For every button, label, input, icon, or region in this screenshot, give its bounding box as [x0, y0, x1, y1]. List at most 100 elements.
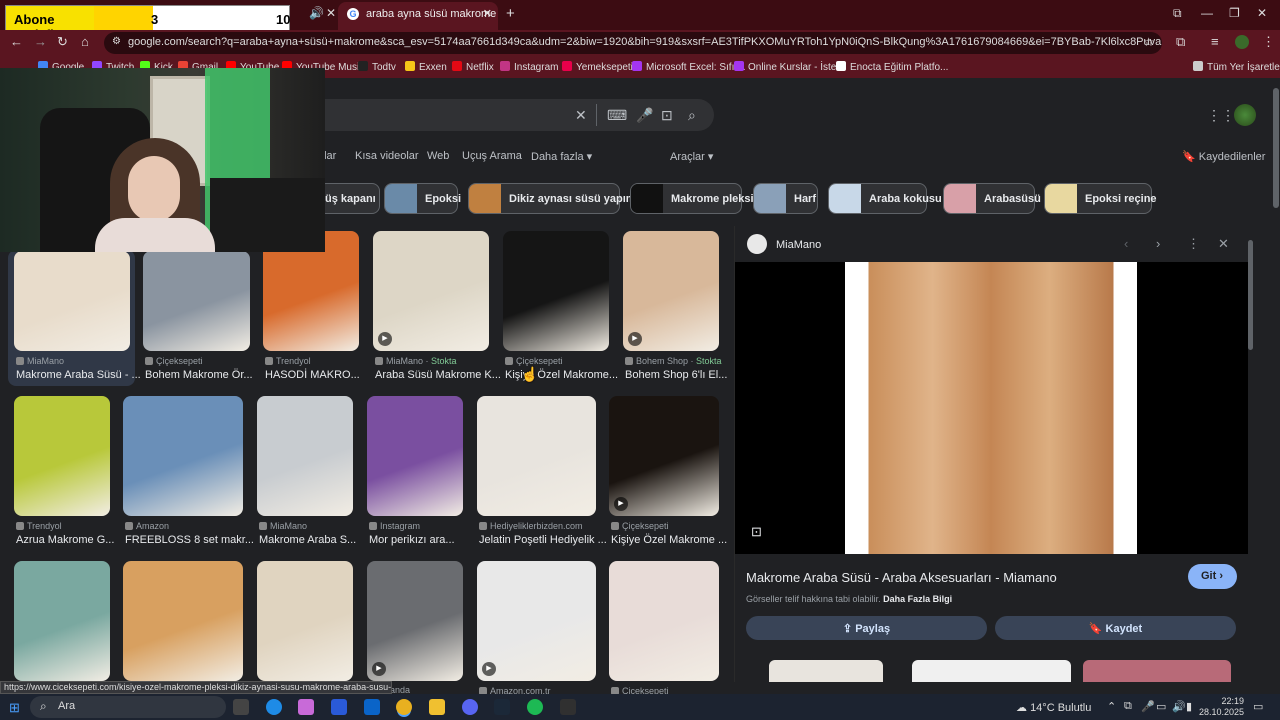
- result-source[interactable]: MiaMano: [16, 356, 64, 366]
- next-icon[interactable]: ›: [1156, 236, 1160, 251]
- new-tab-button[interactable]: +: [506, 5, 515, 22]
- copilot-icon[interactable]: [298, 699, 314, 715]
- related-thumbnail[interactable]: [1083, 660, 1231, 682]
- minimize-button[interactable]: —: [1201, 6, 1213, 20]
- bookmark-item[interactable]: Enocta Eğitim Platfo...: [836, 61, 948, 73]
- tray-expand-icon[interactable]: ⌃: [1107, 700, 1116, 713]
- result-title[interactable]: HASODİ MAKRO...: [265, 369, 360, 381]
- image-result-card[interactable]: [14, 561, 110, 681]
- close-window-button[interactable]: ✕: [1257, 6, 1267, 20]
- panel-source-name[interactable]: MiaMano: [776, 239, 821, 251]
- related-search-chip[interactable]: üş kapanı: [318, 183, 380, 214]
- result-source[interactable]: Trendyol: [16, 521, 62, 531]
- result-title[interactable]: Bohem Shop 6'lı El...: [625, 369, 727, 381]
- previous-icon[interactable]: ‹: [1124, 236, 1128, 251]
- maximize-button[interactable]: ❐: [1229, 6, 1240, 20]
- result-source[interactable]: Trendyol: [265, 356, 311, 366]
- result-title[interactable]: Araba Süsü Makrome K...: [375, 369, 501, 381]
- scrollbar-thumb[interactable]: [1248, 240, 1253, 350]
- microphone-icon[interactable]: 🎤: [1141, 700, 1155, 713]
- image-result-card[interactable]: MiaMano Makrome Araba Süsü - ...: [14, 251, 141, 381]
- related-search-chip[interactable]: Dikiz aynası süsü yapımı: [468, 183, 639, 214]
- result-source[interactable]: Çiçeksepeti: [505, 356, 563, 366]
- speaker-icon[interactable]: 🔊: [309, 6, 324, 20]
- tab-flights[interactable]: Uçuş Arama: [462, 150, 522, 162]
- google-profile-avatar[interactable]: [1234, 104, 1256, 126]
- image-result-card[interactable]: ▶ Amazon.com.tr: [477, 561, 596, 696]
- result-thumbnail[interactable]: ▶: [367, 561, 463, 681]
- result-thumbnail[interactable]: [123, 396, 243, 516]
- weather-widget[interactable]: ☁ 14°C Bulutlu: [1016, 701, 1091, 714]
- result-title[interactable]: FREEBLOSS 8 set makr...: [125, 534, 254, 546]
- extensions-icon[interactable]: ⧉: [1176, 34, 1185, 50]
- discord-icon[interactable]: [462, 699, 478, 715]
- result-source[interactable]: MiaMano: [259, 521, 307, 531]
- result-source[interactable]: Amazon: [125, 521, 169, 531]
- spotify-icon[interactable]: [527, 699, 543, 715]
- image-result-card[interactable]: ▶ MiaMano · Stokta Araba Süsü Makrome K...: [373, 231, 501, 381]
- bookmark-item[interactable]: Todtv: [358, 61, 396, 73]
- display-icon[interactable]: ▭: [1156, 700, 1166, 713]
- task-view-icon[interactable]: [233, 699, 249, 715]
- result-source[interactable]: Bohem Shop · Stokta: [625, 356, 722, 366]
- browser-tab-active[interactable]: G araba ayna süsü makrome - Go ✕: [338, 2, 498, 30]
- tab-more[interactable]: Daha fazla ▾: [531, 150, 592, 163]
- result-thumbnail[interactable]: [257, 561, 353, 681]
- related-search-chip[interactable]: Arabasüsü: [943, 183, 1041, 214]
- outlook-icon[interactable]: [364, 699, 380, 715]
- image-result-card[interactable]: Amazon FREEBLOSS 8 set makr...: [123, 396, 254, 546]
- clear-search-icon[interactable]: ✕: [575, 107, 587, 124]
- related-search-chip[interactable]: Harf: [753, 183, 818, 214]
- steam-icon[interactable]: [494, 699, 510, 715]
- related-thumbnail[interactable]: [912, 660, 1071, 682]
- close-tab-icon[interactable]: ✕: [326, 6, 336, 20]
- image-result-card[interactable]: MiaMano Makrome Araba S...: [257, 396, 356, 546]
- related-search-chip[interactable]: Epoksi: [384, 183, 461, 214]
- media-icon[interactable]: ≡: [1211, 34, 1219, 49]
- lens-search-icon[interactable]: ⊡: [751, 524, 762, 540]
- result-thumbnail[interactable]: ▶: [373, 231, 489, 351]
- result-thumbnail[interactable]: [123, 561, 243, 681]
- result-source[interactable]: MiaMano · Stokta: [375, 356, 457, 366]
- lens-icon[interactable]: ⊡: [661, 107, 673, 124]
- image-result-card[interactable]: Trendyol Azrua Makrome G...: [14, 396, 114, 546]
- windows-start-icon[interactable]: ⊞: [9, 700, 20, 716]
- obs-icon[interactable]: [560, 699, 576, 715]
- more-options-icon[interactable]: ⋮: [1187, 236, 1200, 252]
- file-explorer-icon[interactable]: [429, 699, 445, 715]
- result-thumbnail[interactable]: [503, 231, 609, 351]
- tools-button[interactable]: Araçlar ▾: [670, 150, 713, 163]
- image-result-card[interactable]: ▶ Çiçeksepeti Kişiye Özel Makrome ...: [609, 396, 727, 546]
- image-result-card[interactable]: Çiçeksepeti Bohem Makrome Ör...: [143, 251, 253, 381]
- network-icon[interactable]: ⧉: [1124, 700, 1132, 713]
- result-title[interactable]: Azrua Makrome G...: [16, 534, 114, 546]
- image-result-card[interactable]: Instagram Mor perikızı ara...: [367, 396, 463, 546]
- result-thumbnail[interactable]: [14, 561, 110, 681]
- result-thumbnail[interactable]: [14, 251, 130, 351]
- result-thumbnail[interactable]: [367, 396, 463, 516]
- result-thumbnail[interactable]: ▶: [609, 396, 719, 516]
- taskbar-search[interactable]: ⌕ Ara: [30, 696, 226, 718]
- battery-icon[interactable]: ▮: [1186, 700, 1192, 713]
- result-thumbnail[interactable]: ▶: [477, 561, 596, 681]
- store-icon[interactable]: [331, 699, 347, 715]
- result-title[interactable]: Kişiye Özel Makrome ...: [611, 534, 727, 546]
- result-source[interactable]: Çiçeksepeti: [145, 356, 203, 366]
- visit-button[interactable]: Git ›: [1188, 564, 1237, 589]
- panel-title[interactable]: Makrome Araba Süsü - Araba Aksesuarları …: [746, 570, 1057, 585]
- microphone-icon[interactable]: 🎤: [636, 107, 653, 124]
- related-search-chip[interactable]: Makrome pleksi: [630, 183, 754, 214]
- close-panel-icon[interactable]: ✕: [1218, 236, 1229, 252]
- tab-web[interactable]: Web: [427, 150, 449, 162]
- image-result-card[interactable]: ▶: [367, 561, 463, 681]
- all-bookmarks[interactable]: Tüm Yer İşaretleri: [1193, 61, 1280, 73]
- keyboard-icon[interactable]: ⌨: [607, 107, 627, 124]
- image-result-card[interactable]: [257, 561, 353, 681]
- image-result-card[interactable]: Çiçeksepeti: [609, 561, 719, 696]
- system-clock[interactable]: 22:19 28.10.2025: [1199, 696, 1244, 718]
- related-search-chip[interactable]: Epoksi reçine: [1044, 183, 1157, 214]
- result-thumbnail[interactable]: [257, 396, 353, 516]
- scrollbar-thumb[interactable]: [1273, 88, 1279, 208]
- source-logo[interactable]: [747, 234, 767, 254]
- menu-icon[interactable]: ⋮: [1262, 34, 1275, 50]
